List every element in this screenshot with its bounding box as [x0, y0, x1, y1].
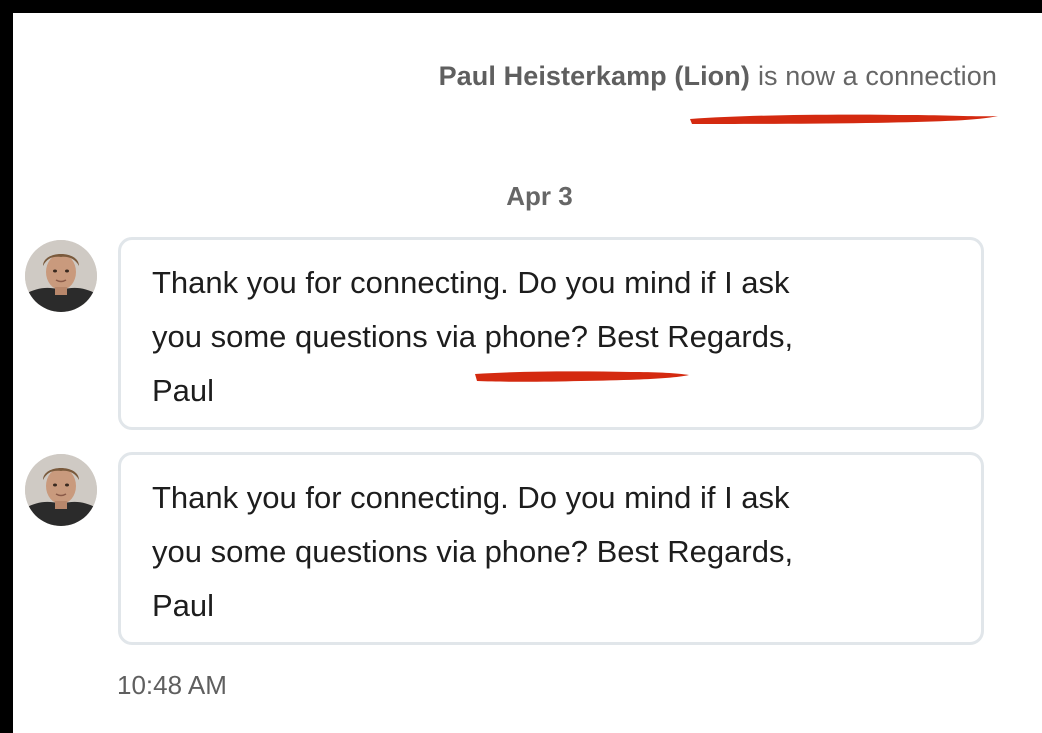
date-divider: Apr 3 — [506, 181, 573, 211]
message-line: Paul — [152, 588, 215, 623]
message-line: Thank you for connecting. Do you mind if… — [152, 265, 790, 300]
message-line: Thank you for connecting. Do you mind if… — [152, 480, 790, 515]
message-timestamp: 10:48 AM — [117, 670, 227, 700]
message-bubble[interactable]: Thank you for connecting. Do you mind if… — [118, 237, 984, 430]
message-line: you some questions via phone? Best Regar… — [152, 310, 952, 364]
message-line: you some questions via phone? Best Regar… — [152, 534, 794, 569]
sender-avatar[interactable] — [25, 454, 97, 526]
sender-avatar[interactable] — [25, 240, 97, 312]
message-text-segment: you some questions — [152, 319, 437, 354]
connection-notice: Paul Heisterkamp (Lion) is now a connecti… — [439, 61, 997, 92]
person-photo-icon — [25, 454, 97, 526]
annotation-underline-connection — [690, 114, 998, 124]
message-text: Thank you for connecting. Do you mind if… — [152, 256, 952, 418]
message-text-highlighted: via phone — [436, 319, 571, 354]
person-photo-icon — [25, 240, 97, 312]
connection-name-link[interactable]: Paul Heisterkamp (Lion) — [439, 61, 750, 91]
message-text-segment: ? Best Regards, — [570, 319, 794, 354]
connection-notice-text: is now a connection — [757, 61, 997, 91]
conversation-thread: Paul Heisterkamp (Lion) is now a connecti… — [13, 13, 1042, 733]
message-text: Thank you for connecting. Do you mind if… — [152, 471, 952, 633]
annotation-underline-phone — [475, 371, 689, 382]
message-bubble[interactable]: Thank you for connecting. Do you mind if… — [118, 452, 984, 645]
